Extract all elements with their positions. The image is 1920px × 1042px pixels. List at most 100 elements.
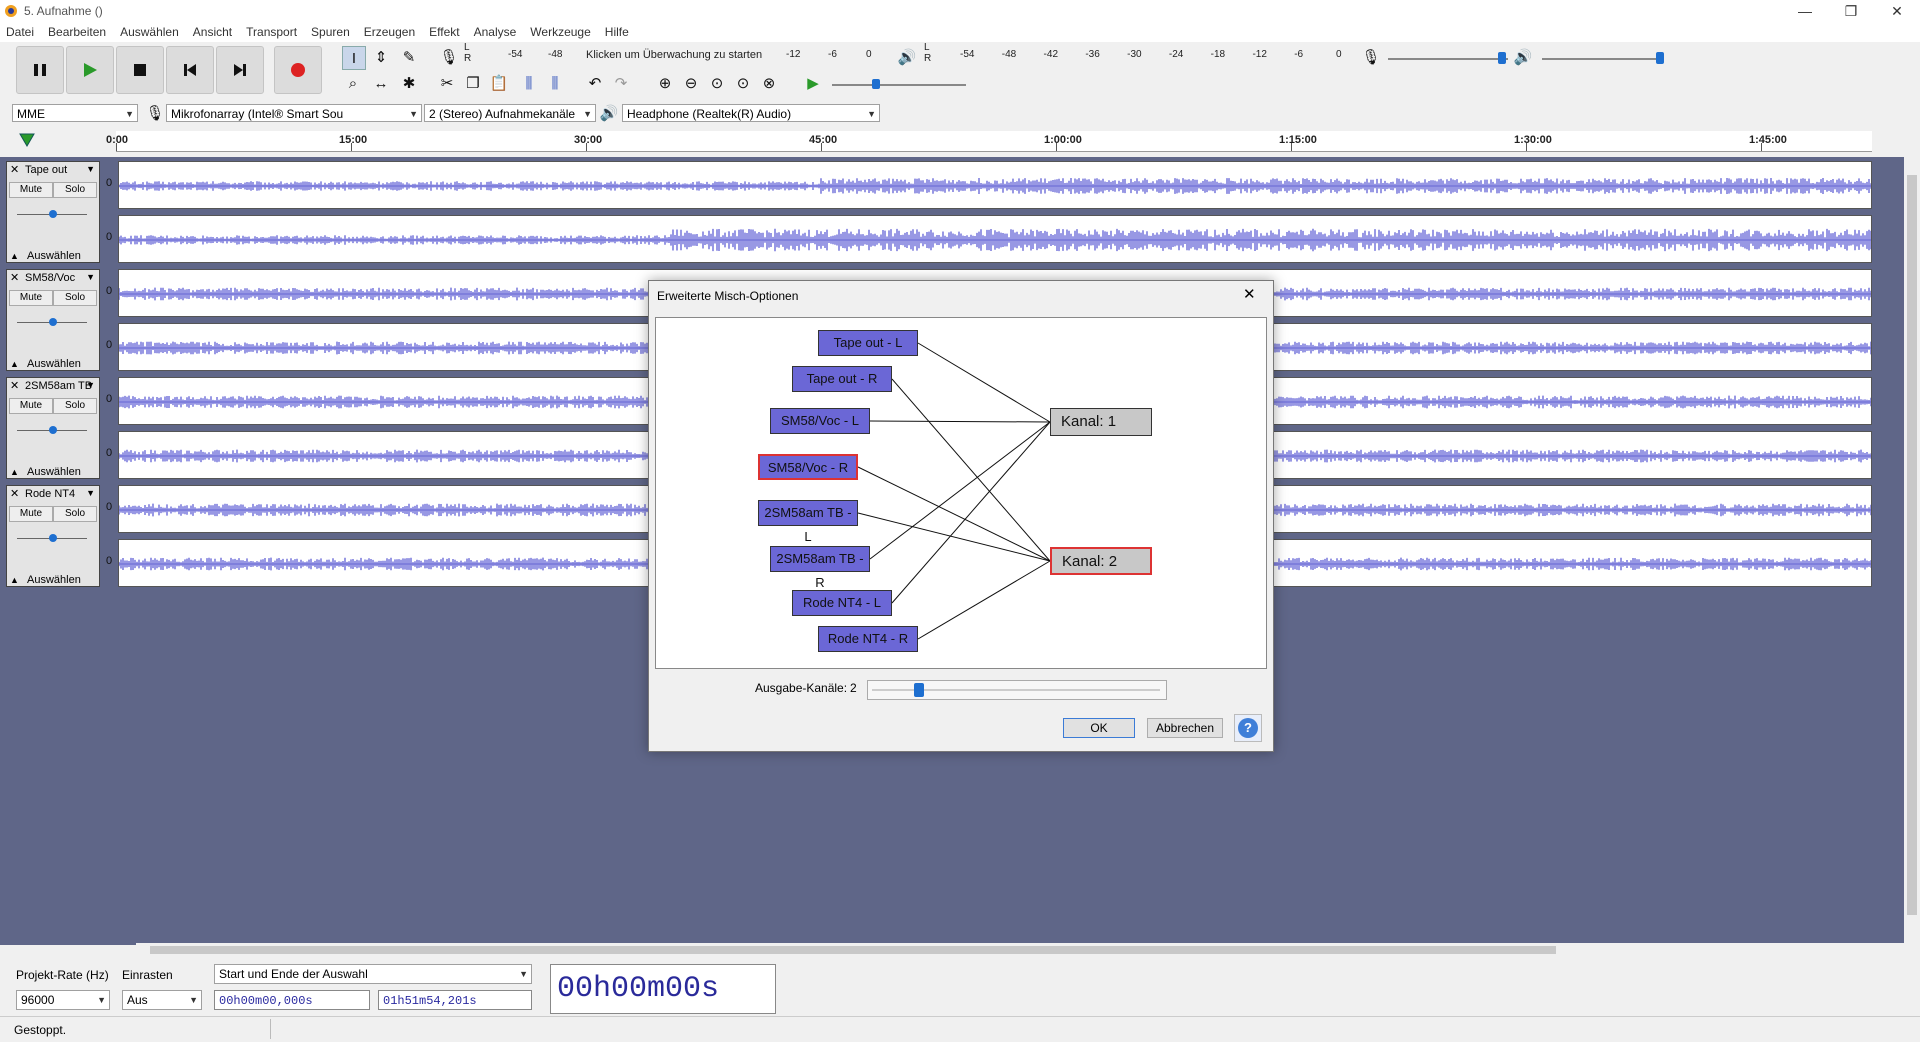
audio-host-select[interactable]: MME ▼ xyxy=(12,104,138,122)
zoom-tool-icon[interactable]: ⌕ xyxy=(342,72,364,94)
menu-effekt[interactable]: Effekt xyxy=(429,22,459,42)
project-rate-select[interactable]: 96000 ▼ xyxy=(16,990,110,1010)
multi-tool-icon[interactable]: ✱ xyxy=(398,72,420,94)
menu-spuren[interactable]: Spuren xyxy=(311,22,350,42)
vertical-scroll-thumb[interactable] xyxy=(1907,175,1917,915)
track-control-panel[interactable]: ✕ Tape out ▼ Mute Solo ▲ Auswählen xyxy=(6,161,100,263)
source-channel-box[interactable]: SM58/Voc - L xyxy=(770,408,870,434)
speaker-icon[interactable]: 🔊 xyxy=(896,46,918,68)
mute-button[interactable]: Mute xyxy=(9,506,53,522)
undo-icon[interactable]: ↶ xyxy=(584,72,606,94)
playback-volume-thumb[interactable] xyxy=(1656,52,1664,64)
solo-button[interactable]: Solo xyxy=(53,506,97,522)
time-shift-tool-icon[interactable]: ↔ xyxy=(370,72,392,94)
record-volume-slider[interactable] xyxy=(1388,58,1508,60)
mute-button[interactable]: Mute xyxy=(9,398,53,414)
trim-icon[interactable]: ⫼ xyxy=(518,72,540,94)
ok-button[interactable]: OK xyxy=(1063,718,1135,738)
menu-ansicht[interactable]: Ansicht xyxy=(193,22,232,42)
collapse-track-icon[interactable]: ▲ xyxy=(10,467,19,477)
silence-icon[interactable]: ⫼ xyxy=(544,72,566,94)
waveform-channel[interactable] xyxy=(118,215,1872,263)
mute-button[interactable]: Mute xyxy=(9,182,53,198)
solo-button[interactable]: Solo xyxy=(53,182,97,198)
source-channel-box[interactable]: Tape out - R xyxy=(792,366,892,392)
track-close-icon[interactable]: ✕ xyxy=(10,487,19,500)
microphone-icon[interactable]: 🎙 xyxy=(438,46,460,68)
track-close-icon[interactable]: ✕ xyxy=(10,379,19,392)
track-name[interactable]: Tape out xyxy=(25,164,67,176)
gain-slider-thumb[interactable] xyxy=(49,426,57,434)
source-channel-box[interactable]: 2SM58am TB - L xyxy=(758,500,858,544)
zoom-out-icon[interactable]: ⊖ xyxy=(680,72,702,94)
zoom-in-icon[interactable]: ⊕ xyxy=(654,72,676,94)
copy-icon[interactable]: ❐ xyxy=(462,72,484,94)
track-name[interactable]: 2SM58am TB xyxy=(25,380,92,392)
solo-button[interactable]: Solo xyxy=(53,290,97,306)
mute-button[interactable]: Mute xyxy=(9,290,53,306)
play-speed-slider[interactable] xyxy=(832,84,966,86)
selection-mode-select[interactable]: Start und Ende der Auswahl ▼ xyxy=(214,964,532,984)
paste-icon[interactable]: 📋 xyxy=(488,72,510,94)
recording-channels-select[interactable]: 2 (Stereo) Aufnahmekanäle ▼ xyxy=(424,104,596,122)
gain-slider-thumb[interactable] xyxy=(49,534,57,542)
play-head-icon[interactable] xyxy=(18,132,36,148)
track-close-icon[interactable]: ✕ xyxy=(10,163,19,176)
source-channel-box[interactable]: 2SM58am TB - R xyxy=(770,546,870,590)
track-close-icon[interactable]: ✕ xyxy=(10,271,19,284)
audio-position-display[interactable]: 00h00m00s xyxy=(550,964,776,1014)
skip-end-button[interactable] xyxy=(216,46,264,94)
gain-slider-thumb[interactable] xyxy=(49,318,57,326)
track-name[interactable]: SM58/Voc xyxy=(25,272,75,284)
source-channel-box[interactable]: Rode NT4 - L xyxy=(792,590,892,616)
record-volume-thumb[interactable] xyxy=(1498,52,1506,64)
horizontal-scrollbar[interactable] xyxy=(136,943,1904,957)
track-control-panel[interactable]: ✕ SM58/Voc ▼ Mute Solo ▲ Auswählen xyxy=(6,269,100,371)
playback-volume-slider[interactable] xyxy=(1542,58,1664,60)
record-button[interactable] xyxy=(274,46,322,94)
menu-bearbeiten[interactable]: Bearbeiten xyxy=(48,22,106,42)
collapse-track-icon[interactable]: ▲ xyxy=(10,575,19,585)
restore-button[interactable]: ❐ xyxy=(1828,0,1874,22)
minimize-button[interactable]: — xyxy=(1782,0,1828,22)
track-menu-chevron-icon[interactable]: ▼ xyxy=(86,272,95,282)
zoom-toggle-icon[interactable]: ⊗ xyxy=(758,72,780,94)
slider-thumb[interactable] xyxy=(914,683,924,697)
selection-start-time[interactable]: 00h00m00,000s xyxy=(214,990,370,1010)
record-meter-hint[interactable]: Klicken um Überwachung zu starten xyxy=(586,49,762,61)
select-track-button[interactable]: Auswählen xyxy=(27,466,81,478)
draw-tool-icon[interactable]: ✎ xyxy=(398,46,420,68)
output-channel-box[interactable]: Kanal: 1 xyxy=(1050,408,1152,436)
track-menu-chevron-icon[interactable]: ▼ xyxy=(86,488,95,498)
envelope-tool-icon[interactable]: ⇕ xyxy=(370,46,392,68)
playback-device-select[interactable]: Headphone (Realtek(R) Audio) ▼ xyxy=(622,104,880,122)
fit-selection-icon[interactable]: ⊙ xyxy=(706,72,728,94)
menu-analyse[interactable]: Analyse xyxy=(474,22,517,42)
play-button[interactable] xyxy=(66,46,114,94)
pause-button[interactable] xyxy=(16,46,64,94)
cancel-button[interactable]: Abbrechen xyxy=(1147,718,1223,738)
close-window-button[interactable]: ✕ xyxy=(1874,0,1920,22)
track-menu-chevron-icon[interactable]: ▼ xyxy=(86,380,95,390)
source-channel-box[interactable]: Rode NT4 - R xyxy=(818,626,918,652)
menu-auswählen[interactable]: Auswählen xyxy=(120,22,179,42)
dialog-close-icon[interactable]: ✕ xyxy=(1243,285,1256,303)
gain-slider-thumb[interactable] xyxy=(49,210,57,218)
play-at-speed-icon[interactable]: ▶ xyxy=(802,72,824,94)
track-control-panel[interactable]: ✕ Rode NT4 ▼ Mute Solo ▲ Auswählen xyxy=(6,485,100,587)
selection-end-time[interactable]: 01h51m54,201s xyxy=(378,990,532,1010)
recording-device-select[interactable]: Mikrofonarray (Intel® Smart Sou ▼ xyxy=(166,104,422,122)
select-track-button[interactable]: Auswählen xyxy=(27,574,81,586)
source-channel-box[interactable]: Tape out - L xyxy=(818,330,918,356)
solo-button[interactable]: Solo xyxy=(53,398,97,414)
stop-button[interactable] xyxy=(116,46,164,94)
redo-icon[interactable]: ↷ xyxy=(610,72,632,94)
selection-tool-icon[interactable]: I xyxy=(342,46,366,70)
track-menu-chevron-icon[interactable]: ▼ xyxy=(86,164,95,174)
menu-transport[interactable]: Transport xyxy=(246,22,297,42)
collapse-track-icon[interactable]: ▲ xyxy=(10,359,19,369)
menu-werkzeuge[interactable]: Werkzeuge xyxy=(530,22,590,42)
collapse-track-icon[interactable]: ▲ xyxy=(10,251,19,261)
output-channels-slider[interactable] xyxy=(867,680,1167,700)
waveform-channel[interactable] xyxy=(118,161,1872,209)
